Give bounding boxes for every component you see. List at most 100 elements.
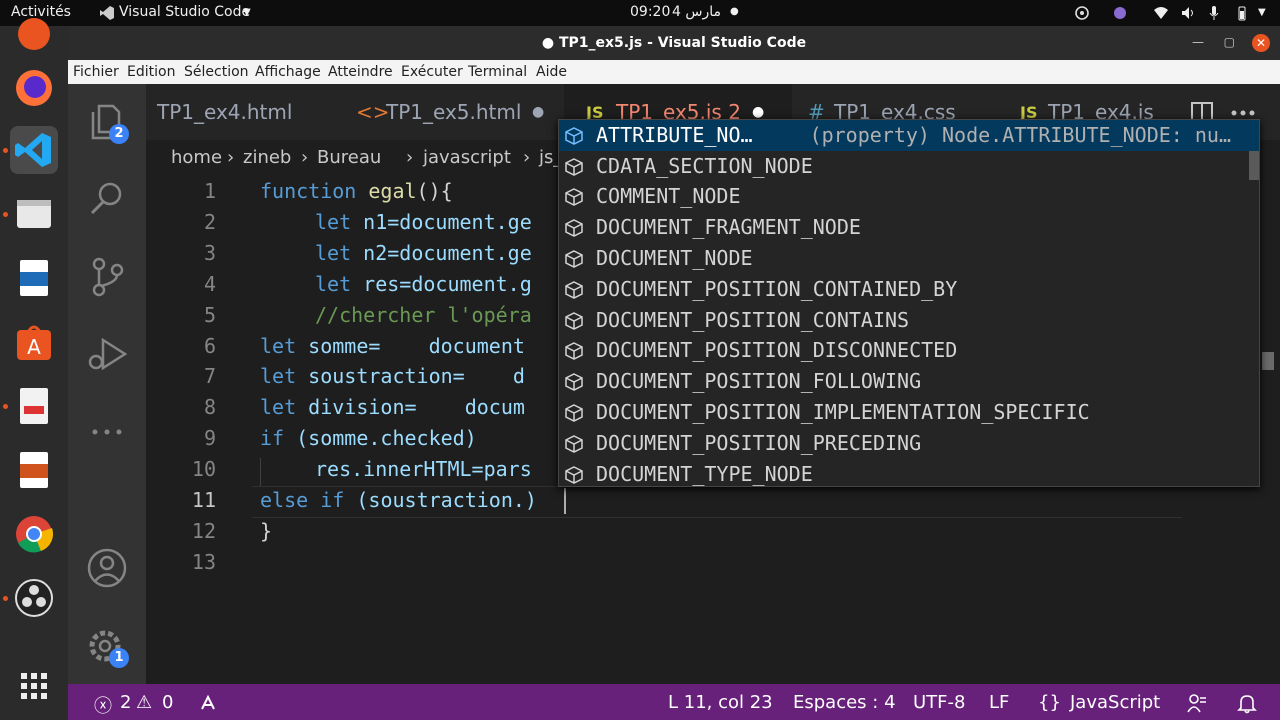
line-number: 2 [203,210,216,234]
feedback-icon[interactable] [1186,692,1208,714]
breadcrumb-item-home[interactable]: home [171,147,222,168]
more-views-icon[interactable] [85,410,129,454]
code-line-2: let n1=document.ge [315,210,532,234]
dock-firefox-icon[interactable] [10,64,58,112]
accounts-icon[interactable] [85,546,129,590]
dock-running-indicator [3,212,8,217]
search-icon[interactable] [85,176,129,220]
code-line-4: let res=document.g [315,272,532,296]
breadcrumb-item-bureau[interactable]: Bureau [317,147,381,168]
activity-bar: 2 1 [68,84,146,684]
encoding[interactable]: UTF-8 [913,692,965,713]
breadcrumb-separator-icon: › [523,147,531,168]
menu-aide[interactable]: Aide [536,64,567,80]
menu-executer[interactable]: Exécuter [401,64,463,80]
property-icon [565,342,583,360]
suggest-item[interactable]: CDATA_SECTION_NODE [559,151,1259,182]
property-icon [565,435,583,453]
clock-date[interactable]: 4 مارس [672,4,721,20]
property-icon [565,404,583,422]
property-icon [565,312,583,330]
dock-obs-icon[interactable] [10,574,58,622]
suggest-item[interactable]: DOCUMENT_POSITION_CONTAINS [559,305,1259,336]
code-line-5: //chercher l'opéra [315,303,532,327]
status-bar: ⓧ 2 ⚠ 0 L 11, col 23 Espaces : 4 UTF-8 L… [68,684,1280,720]
source-control-icon[interactable] [85,254,129,298]
menu-selection[interactable]: Sélection [184,64,249,80]
suggest-item[interactable]: DOCUMENT_TYPE_NODE [559,459,1259,490]
dock-document-viewer-icon[interactable] [10,382,58,430]
tab-tp1-ex5-html[interactable]: <> TP1_ex5.html ● [336,84,564,140]
menu-edition[interactable]: Edition [127,64,175,80]
app-menu[interactable]: Visual Studio Code [119,4,250,20]
tab-tp1-ex4-html[interactable]: TP1_ex4.html [146,84,336,140]
dock-chrome-icon[interactable] [10,510,58,558]
microphone-icon[interactable] [1206,5,1222,21]
settings-badge: 1 [109,648,129,668]
menu-affichage[interactable]: Affichage [255,64,321,80]
suggest-item[interactable]: DOCUMENT_POSITION_CONTAINED_BY [559,274,1259,305]
maximize-icon[interactable]: ▢ [1224,35,1235,49]
breadcrumb-item-javascript[interactable]: javascript [423,147,511,168]
warnings-count[interactable]: 0 [162,692,173,713]
dock-software-icon[interactable]: A [10,318,58,366]
property-icon [565,281,583,299]
dock-impress-icon[interactable] [10,446,58,494]
suggest-item[interactable]: DOCUMENT_POSITION_PRECEDING [559,428,1259,459]
suggest-item[interactable]: COMMENT_NODE [559,181,1259,212]
system-menu-chevron-icon[interactable]: ▼ [1258,7,1266,18]
suggest-item[interactable]: DOCUMENT_FRAGMENT_NODE [559,212,1259,243]
unsaved-dot-icon[interactable]: ● [752,104,764,120]
code-line-11: else if (soustraction.) [260,488,537,512]
suggest-item[interactable]: ATTRIBUTE_NO… (property) Node.ATTRIBUTE_… [559,120,1259,151]
dock-ubuntu-icon[interactable] [10,10,58,58]
explorer-badge: 2 [109,124,129,144]
end-of-line[interactable]: LF [989,692,1009,713]
suggest-item[interactable]: DOCUMENT_POSITION_IMPLEMENTATION_SPECIFI… [559,397,1259,428]
close-icon[interactable]: ✕ [1252,34,1270,52]
line-number: 1 [203,179,216,203]
cursor-position[interactable]: L 11, col 23 [668,692,773,713]
tray-app-icon[interactable] [1112,5,1128,21]
dock-files-icon[interactable] [10,190,58,238]
volume-icon[interactable] [1180,5,1196,21]
errors-icon[interactable]: ⓧ [94,692,112,718]
update-icon[interactable] [1074,5,1090,21]
suggest-detail: (property) Node.ATTRIBUTE_NODE: nu… [809,123,1231,147]
explorer-icon[interactable]: 2 [85,100,129,144]
suggest-item[interactable]: DOCUMENT_POSITION_DISCONNECTED [559,335,1259,366]
window-title: ● TP1_ex5.js - Visual Studio Code [541,35,807,51]
indentation[interactable]: Espaces : 4 [793,692,896,713]
notifications-bell-icon[interactable] [1236,692,1258,714]
menu-fichier[interactable]: Fichier [73,64,119,80]
suggest-item[interactable]: DOCUMENT_NODE [559,243,1259,274]
breadcrumb-separator-icon: › [227,147,235,168]
unsaved-dot-icon[interactable]: ● [532,104,544,120]
live-share-icon[interactable] [198,693,218,713]
dock-vscode-icon[interactable] [10,126,58,174]
manage-gear-icon[interactable]: 1 [85,624,129,668]
errors-count[interactable]: 2 [120,692,131,713]
battery-icon[interactable] [1234,5,1250,21]
run-debug-icon[interactable] [85,332,129,376]
language-mode[interactable]: JavaScript [1070,692,1160,713]
more-actions-icon[interactable] [1231,110,1255,116]
warning-icon[interactable]: ⚠ [136,692,152,713]
dock-writer-icon[interactable] [10,254,58,302]
line-number: 12 [191,519,216,543]
menu-atteindre[interactable]: Atteindre [328,64,393,80]
line-number: 13 [191,550,216,574]
wifi-icon[interactable] [1153,5,1169,21]
code-line-9: if (somme.checked) [260,426,477,450]
clock-time[interactable]: 09:20 [630,4,670,20]
dock-show-apps-icon[interactable] [10,662,58,710]
autocomplete-suggest-widget: ATTRIBUTE_NO… (property) Node.ATTRIBUTE_… [558,119,1260,487]
minimize-icon[interactable]: — [1192,35,1204,49]
menu-terminal[interactable]: Terminal [468,64,527,80]
dock-running-indicator [3,596,8,601]
breadcrumb-item-zineb[interactable]: zineb [243,147,291,168]
svg-text:A: A [27,335,41,359]
code-line-6: let somme= document [260,334,525,358]
editor-scrollbar-thumb[interactable] [1262,352,1274,370]
suggest-item[interactable]: DOCUMENT_POSITION_FOLLOWING [559,366,1259,397]
